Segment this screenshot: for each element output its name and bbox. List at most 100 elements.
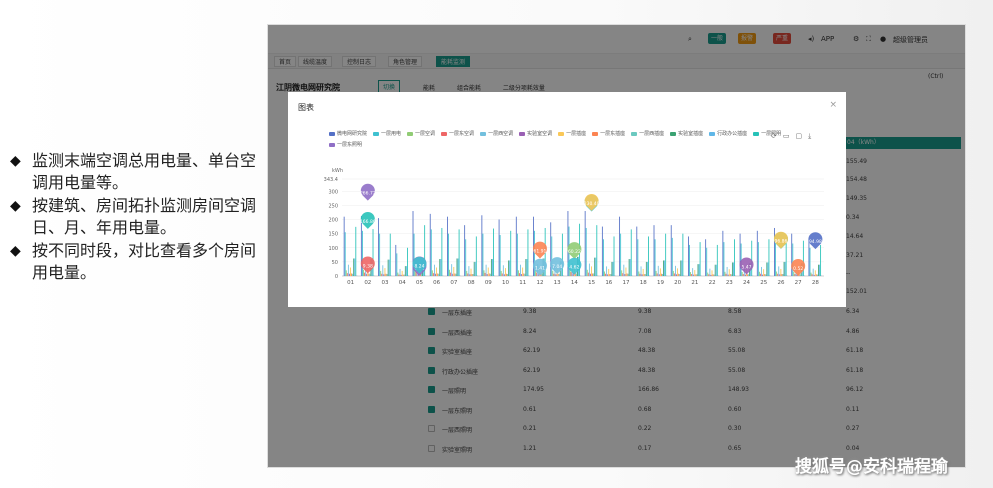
bar	[471, 274, 473, 276]
bar	[708, 274, 710, 276]
bar	[783, 261, 785, 276]
bar	[346, 273, 348, 276]
bar	[671, 237, 673, 276]
marker-label: 60.22	[568, 249, 581, 255]
bar	[404, 266, 406, 276]
x-tick-label: 22	[709, 280, 716, 286]
bar	[688, 236, 689, 276]
bar	[621, 270, 623, 276]
bar	[610, 274, 612, 276]
bar	[677, 268, 679, 276]
bar	[455, 273, 457, 276]
bar	[457, 258, 459, 276]
bar	[400, 274, 402, 276]
bar	[430, 229, 432, 276]
x-tick-label: 15	[588, 280, 595, 286]
bar	[744, 274, 746, 276]
bar	[355, 226, 357, 276]
bar	[521, 274, 523, 276]
bar	[767, 262, 769, 276]
bar	[395, 244, 397, 276]
bar	[360, 216, 362, 276]
bar	[439, 259, 441, 276]
x-tick-label: 01	[347, 280, 354, 286]
bar	[758, 271, 760, 276]
bar	[429, 213, 431, 276]
bar	[816, 274, 818, 276]
x-tick-label: 09	[485, 280, 492, 286]
x-tick-label: 08	[468, 280, 475, 286]
bar	[349, 273, 350, 276]
bar	[619, 216, 621, 276]
bar	[489, 273, 491, 276]
marker-label: 4.62	[569, 265, 579, 271]
bar	[602, 239, 604, 276]
bar	[344, 232, 346, 276]
bar	[725, 273, 727, 276]
bar	[486, 274, 488, 276]
bar	[591, 266, 592, 276]
marker-label: 9.38	[363, 263, 373, 269]
bar	[820, 244, 822, 276]
bullet-text: 监测末端空调总用电量、单台空调用电量等。	[32, 151, 257, 192]
bar	[780, 268, 782, 276]
bar	[507, 274, 508, 276]
bar	[503, 274, 505, 276]
bar	[505, 268, 506, 276]
bar	[715, 264, 717, 276]
bar	[819, 264, 820, 276]
bar	[500, 270, 502, 276]
bar	[809, 247, 811, 276]
bar	[781, 274, 783, 276]
bar	[814, 270, 816, 276]
bullet-item: ◆ 按建筑、房间拓扑监测房间空调日、月、年用电量。	[10, 195, 265, 239]
bar	[606, 266, 608, 276]
bar	[628, 259, 630, 276]
bar	[343, 216, 345, 276]
bar	[672, 270, 674, 276]
x-tick-label: 21	[691, 280, 698, 286]
bar	[465, 239, 467, 276]
bar	[764, 274, 766, 276]
bar	[712, 274, 714, 276]
bar	[345, 270, 347, 276]
bar	[524, 273, 526, 276]
x-tick-label: 06	[433, 280, 440, 286]
bar	[742, 274, 744, 276]
bar	[643, 274, 645, 276]
x-tick-label: 26	[777, 280, 784, 286]
marker-label: 94.98	[809, 239, 822, 245]
bar	[662, 274, 663, 276]
bar	[645, 261, 647, 276]
bar	[620, 233, 622, 276]
bar	[520, 264, 521, 276]
bar	[658, 274, 660, 276]
marker-label: 7.04	[552, 264, 562, 270]
bar	[586, 269, 588, 276]
bar	[778, 266, 780, 276]
watermark: 搜狐号@安科瑞程瑜	[795, 457, 948, 477]
bar	[723, 242, 725, 276]
bar	[381, 273, 383, 276]
bar	[510, 230, 512, 276]
bar	[590, 273, 591, 276]
bar	[659, 268, 661, 276]
bar	[791, 233, 793, 276]
bar	[509, 260, 511, 276]
bar	[431, 270, 433, 276]
bar	[733, 262, 734, 276]
bar	[517, 270, 519, 276]
bar	[352, 273, 354, 276]
marker-label: 1.41	[535, 266, 545, 272]
bar	[690, 272, 691, 276]
bar	[739, 233, 741, 276]
x-tick-label: 23	[726, 280, 733, 286]
marker-label: 8.24	[414, 264, 424, 270]
bar	[401, 270, 403, 276]
x-tick-label: 28	[812, 280, 819, 286]
bar	[726, 266, 728, 276]
x-tick-label: 24	[743, 280, 750, 286]
bar	[555, 274, 557, 276]
bar	[604, 271, 605, 276]
bar	[452, 273, 454, 276]
